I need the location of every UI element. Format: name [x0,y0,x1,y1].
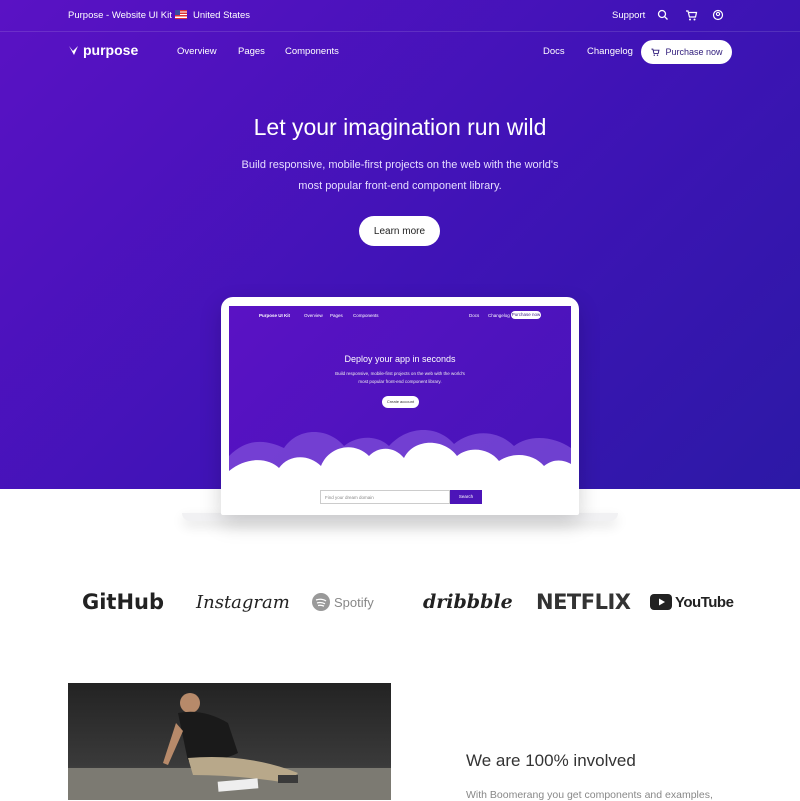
about-photo [68,683,391,800]
purchase-button[interactable]: Purchase now [641,40,732,64]
youtube-label: YouTube [675,593,734,611]
brand-logos: GitHub Instagram Spotify dribbble NETFLI… [0,585,800,620]
netflix-logo: NETFLIX [536,590,631,614]
cart-icon[interactable] [684,8,698,22]
learn-more-button[interactable]: Learn more [359,216,440,246]
mockup-subtitle: Build responsive, mobile-first projects … [329,370,471,386]
cart-icon [651,48,660,56]
hero-subtitle: Build responsive, mobile-first projects … [240,155,560,197]
github-logo: GitHub [82,590,165,614]
main-nav: purpose Overview Pages Components Docs C… [0,32,800,72]
logo-text: purpose [83,42,139,58]
hero-title: Let your imagination run wild [253,114,547,140]
youtube-icon [650,594,672,610]
mockup-nav-pages: Pages [330,313,343,318]
hero-subtitle-line1: Build responsive, mobile-first projects … [241,159,559,171]
logo[interactable]: purpose [68,42,138,58]
youtube-logo: YouTube [650,585,734,619]
nav-overview[interactable]: Overview [177,46,217,57]
laptop-mockup: Purpose UI Kit Overview Pages Components… [221,297,579,515]
mockup-nav-docs: Docs [469,313,480,318]
mockup-title: Deploy your app in seconds [344,354,456,364]
hero-subtitle-line2: most popular front-end component library… [298,180,502,192]
nav-docs[interactable]: Docs [543,46,565,57]
nav-changelog[interactable]: Changelog [587,46,633,57]
man-sketching-image [68,693,391,800]
mockup-purchase-button: Purchase now [511,311,541,319]
mockup-screen: Purpose UI Kit Overview Pages Components… [229,306,571,507]
instagram-logo: Instagram [196,591,290,613]
mockup-subtitle-line2: most popular front-end component library… [358,379,442,384]
user-icon[interactable] [711,8,725,22]
nav-components[interactable]: Components [285,46,339,57]
mockup-nav-changelog: Changelog [488,313,510,318]
about-text: With Boomerang you get components and ex… [466,789,713,801]
purchase-label: Purchase now [665,47,723,57]
top-bar: Purpose - Website UI Kit United States S… [0,0,800,32]
spotify-logo: Spotify [312,585,374,619]
dribbble-logo: dribbble [423,591,513,613]
nav-pages[interactable]: Pages [238,46,265,57]
mockup-nav-overview: Overview [304,313,323,318]
about-title: We are 100% involved [466,751,636,770]
support-link[interactable]: Support [612,10,645,21]
search-icon[interactable] [656,8,670,22]
mockup-brand: Purpose UI Kit [259,313,291,318]
mockup-search-button: Search [450,490,482,504]
kit-title: Purpose - Website UI Kit [68,10,172,21]
spotify-icon [312,593,330,611]
spotify-label: Spotify [334,594,374,610]
us-flag-icon[interactable] [175,10,187,19]
mockup-search-input: Find your dream domain [320,490,450,504]
mockup-nav-components: Components [353,313,379,318]
logo-icon [69,45,78,55]
mockup-create-account-button: Create account [382,396,419,408]
country-selector[interactable]: United States [193,10,250,21]
mockup-subtitle-line1: Build responsive, mobile-first projects … [335,371,465,376]
